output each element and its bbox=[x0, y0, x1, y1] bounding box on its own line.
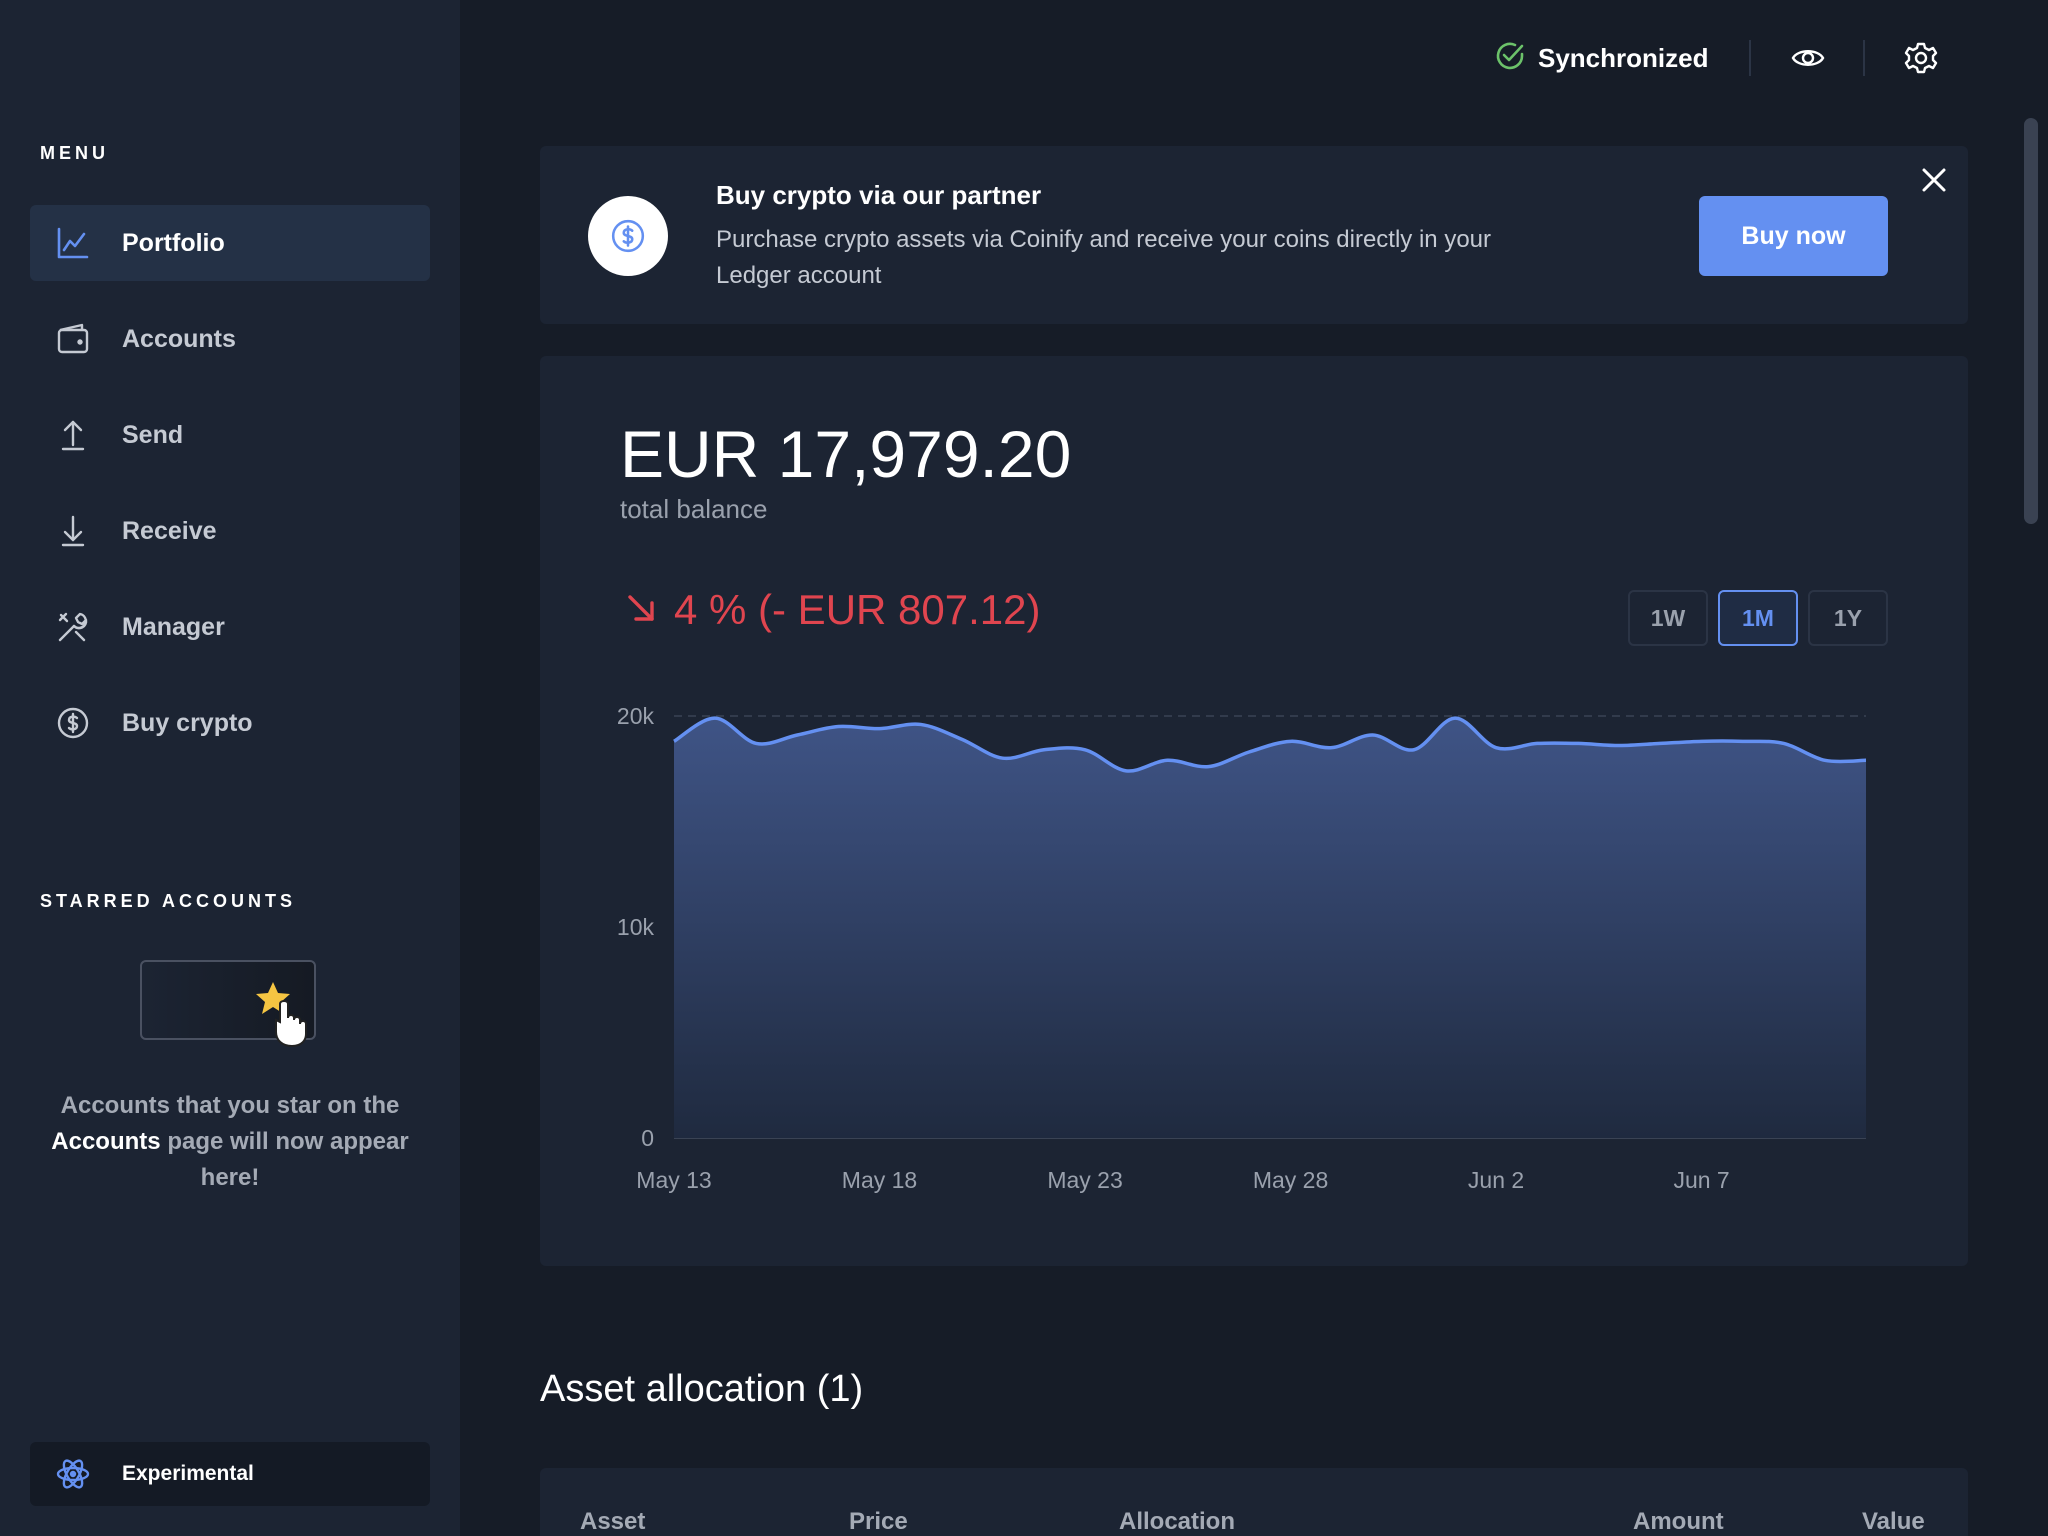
atom-icon bbox=[56, 1457, 90, 1491]
experimental-label: Experimental bbox=[122, 1462, 254, 1485]
sidebar-item-receive[interactable]: Receive bbox=[30, 493, 430, 569]
sidebar-item-label: Send bbox=[122, 421, 184, 449]
sidebar-item-label: Buy crypto bbox=[122, 709, 253, 737]
wallet-icon bbox=[56, 322, 90, 356]
column-header-asset[interactable]: Asset bbox=[580, 1508, 645, 1536]
range-1y-button[interactable]: 1Y bbox=[1808, 590, 1888, 646]
topbar-divider bbox=[1863, 40, 1865, 76]
experimental-button[interactable]: Experimental bbox=[30, 1442, 430, 1506]
check-circle-icon bbox=[1494, 40, 1526, 77]
total-balance-label: total balance bbox=[620, 494, 768, 524]
sidebar: MENU Portfolio Accounts Send Receive Man… bbox=[0, 0, 460, 1536]
chart-y-tick-label: 20k bbox=[617, 703, 655, 729]
column-header-price[interactable]: Price bbox=[849, 1508, 908, 1536]
chart-x-tick-label: Jun 7 bbox=[1673, 1167, 1729, 1193]
dollar-icon bbox=[611, 219, 645, 253]
starred-text-part2: page will now appear here! bbox=[167, 1128, 409, 1191]
chart-x-tick-label: May 28 bbox=[1253, 1167, 1328, 1193]
balance-chart: 0 10k 20k May 13 May 18 May 23 May 28 Jun 2 Jun … bbox=[617, 703, 1867, 1193]
banner-icon bbox=[588, 196, 668, 276]
sidebar-item-accounts[interactable]: Accounts bbox=[30, 301, 430, 377]
eye-icon[interactable] bbox=[1790, 40, 1826, 76]
asset-allocation-table: Asset Price Allocation Amount Value bbox=[540, 1468, 1968, 1536]
chart-y-tick-label: 10k bbox=[617, 914, 655, 940]
sidebar-item-label: Accounts bbox=[122, 325, 236, 353]
arrow-down-right-icon bbox=[626, 593, 656, 628]
topbar-divider bbox=[1749, 40, 1751, 76]
send-icon bbox=[56, 418, 90, 452]
column-header-amount[interactable]: Amount bbox=[1633, 1508, 1724, 1536]
banner-title: Buy crypto via our partner bbox=[716, 180, 1042, 210]
starred-text-highlight: Accounts bbox=[51, 1128, 161, 1155]
sidebar-item-portfolio[interactable]: Portfolio bbox=[30, 205, 430, 281]
balance-change: 4 % (- EUR 807.12) bbox=[626, 586, 1040, 634]
close-icon[interactable] bbox=[1918, 164, 1950, 196]
sidebar-item-buy-crypto[interactable]: Buy crypto bbox=[30, 685, 430, 761]
sidebar-item-label: Receive bbox=[122, 517, 217, 545]
column-header-value[interactable]: Value bbox=[1862, 1508, 1925, 1536]
dollar-icon bbox=[56, 706, 90, 740]
asset-allocation-title: Asset allocation (1) bbox=[540, 1368, 864, 1410]
scrollbar[interactable] bbox=[2024, 118, 2038, 524]
banner-description: Purchase crypto assets via Coinify and r… bbox=[716, 226, 1492, 289]
buy-crypto-banner: Buy crypto via our partner Purchase cryp… bbox=[540, 146, 1968, 324]
sidebar-item-label: Manager bbox=[122, 613, 225, 641]
chart-x-tick-label: May 18 bbox=[842, 1167, 917, 1193]
chart-y-tick-label: 0 bbox=[641, 1125, 654, 1151]
chart-icon bbox=[56, 226, 90, 260]
chart-area-fill bbox=[674, 718, 1866, 1138]
balance-change-text: 4 % (- EUR 807.12) bbox=[674, 586, 1041, 633]
column-header-allocation[interactable]: Allocation bbox=[1119, 1508, 1235, 1536]
total-balance-amount: EUR 17,979.20 bbox=[620, 417, 1072, 491]
chart-x-tick-label: May 23 bbox=[1047, 1167, 1122, 1193]
tools-icon bbox=[56, 610, 90, 644]
receive-icon bbox=[56, 514, 90, 548]
sidebar-item-manager[interactable]: Manager bbox=[30, 589, 430, 665]
sidebar-item-label: Portfolio bbox=[122, 229, 225, 257]
starred-illustration bbox=[140, 960, 316, 1048]
sync-label: Synchronized bbox=[1538, 42, 1709, 73]
chart-x-tick-label: May 13 bbox=[636, 1167, 711, 1193]
range-1m-button[interactable]: 1M bbox=[1718, 590, 1798, 646]
gear-icon[interactable] bbox=[1903, 40, 1939, 76]
menu-title: MENU bbox=[40, 143, 109, 163]
star-icon bbox=[256, 982, 307, 1048]
balance-card: EUR 17,979.20 total balance 4 % (- EUR 8… bbox=[540, 356, 1968, 1266]
sync-status[interactable]: Synchronized bbox=[1494, 40, 1708, 76]
starred-accounts-empty-text: Accounts that you star on the Accounts p… bbox=[40, 1088, 420, 1196]
starred-text-part1: Accounts that you star on the bbox=[60, 1092, 400, 1119]
starred-accounts-title: STARRED ACCOUNTS bbox=[40, 891, 296, 911]
sidebar-item-send[interactable]: Send bbox=[30, 397, 430, 473]
buy-now-button[interactable]: Buy now bbox=[1699, 196, 1888, 276]
chart-x-tick-label: Jun 2 bbox=[1468, 1167, 1524, 1193]
range-1w-button[interactable]: 1W bbox=[1628, 590, 1708, 646]
